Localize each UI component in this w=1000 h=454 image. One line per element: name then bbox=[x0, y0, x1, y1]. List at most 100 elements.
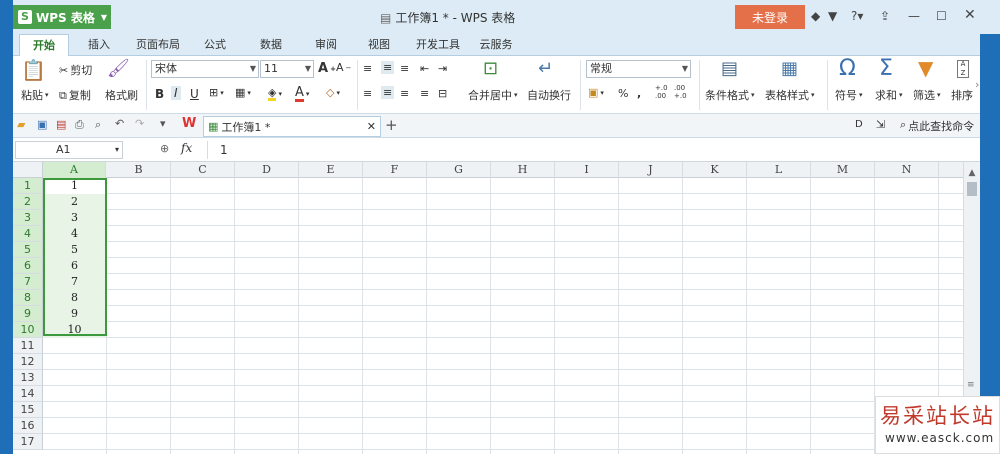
sigma-icon[interactable]: Σ bbox=[879, 58, 893, 80]
underline-button[interactable]: U bbox=[190, 87, 199, 101]
help-icon[interactable]: ?▾ bbox=[851, 9, 863, 23]
row-header-9[interactable]: 9 bbox=[13, 306, 43, 322]
cell-style-button[interactable]: ▦ ▾ bbox=[235, 87, 251, 98]
name-box[interactable]: A1 ▾ bbox=[15, 141, 123, 159]
tab-review[interactable]: 审阅 bbox=[308, 34, 344, 56]
align-bottom-icon[interactable]: ≡ bbox=[400, 62, 409, 75]
chevron-right-icon[interactable]: › bbox=[975, 78, 979, 91]
indent-decrease-icon[interactable]: ⇤ bbox=[420, 62, 429, 75]
row-header-3[interactable]: 3 bbox=[13, 210, 43, 226]
d-icon[interactable]: D bbox=[855, 119, 863, 130]
conditional-format-button[interactable]: 条件格式 ▾ bbox=[705, 87, 755, 103]
tab-data[interactable]: 数据 bbox=[253, 34, 289, 56]
number-format-select[interactable]: 常规 ▼ bbox=[586, 60, 691, 78]
share-icon[interactable]: ⇲ bbox=[876, 118, 885, 131]
row-header-11[interactable]: 11 bbox=[13, 338, 43, 354]
font-size-select[interactable]: 11 ▼ bbox=[260, 60, 314, 78]
row-header-6[interactable]: 6 bbox=[13, 258, 43, 274]
row-header-13[interactable]: 13 bbox=[13, 370, 43, 386]
row-header-10[interactable]: 10 bbox=[13, 322, 43, 338]
paste-button[interactable]: 📋 bbox=[21, 60, 46, 80]
filter-icon[interactable]: ▼ bbox=[918, 58, 933, 78]
search-command[interactable]: ⌕ 点此查找命令 bbox=[900, 118, 974, 134]
row-header-1[interactable]: 1 bbox=[13, 178, 43, 194]
border-button[interactable]: ⊞ ▾ bbox=[209, 87, 224, 98]
print-icon[interactable]: ⎙ bbox=[75, 118, 84, 132]
paste-label[interactable]: 粘贴 ▾ bbox=[21, 87, 49, 103]
skin-icon[interactable]: ◆ bbox=[811, 9, 820, 23]
filter-button[interactable]: 筛选 ▾ bbox=[913, 87, 941, 103]
clear-format-button[interactable]: ◇ ▾ bbox=[326, 87, 340, 98]
row-header-4[interactable]: 4 bbox=[13, 226, 43, 242]
align-center-icon[interactable]: ≡ bbox=[381, 86, 395, 99]
save-icon[interactable]: ▣ bbox=[37, 118, 47, 131]
close-tab-icon[interactable]: ✕ bbox=[367, 120, 376, 133]
currency-button[interactable]: ▣ ▾ bbox=[588, 87, 604, 98]
row-header-8[interactable]: 8 bbox=[13, 290, 43, 306]
table-style-icon[interactable]: ▦ bbox=[781, 60, 798, 78]
upload-icon[interactable]: ⇪ bbox=[880, 9, 890, 23]
align-left-icon[interactable]: ≡ bbox=[363, 87, 372, 100]
sort-icon[interactable]: AZ bbox=[957, 60, 969, 78]
fx-icon[interactable]: fx bbox=[181, 141, 192, 155]
tab-view[interactable]: 视图 bbox=[361, 34, 397, 56]
bold-button[interactable]: B bbox=[155, 87, 164, 101]
formula-input[interactable]: 1 bbox=[220, 143, 228, 157]
wrap-text-icon[interactable]: ↵ bbox=[538, 60, 553, 78]
row-header-12[interactable]: 12 bbox=[13, 354, 43, 370]
app-menu-button[interactable]: S WPS 表格 ▼ bbox=[13, 5, 111, 29]
customize-icon[interactable]: ▾ bbox=[160, 117, 166, 130]
align-right-icon[interactable]: ≡ bbox=[400, 87, 409, 100]
percent-button[interactable]: % bbox=[618, 87, 628, 100]
distribute-icon[interactable]: ⊟ bbox=[438, 87, 447, 100]
fill-color-button[interactable]: ◈ ▾ bbox=[268, 87, 282, 101]
table-style-button[interactable]: 表格样式 ▾ bbox=[765, 87, 815, 103]
font-color-button[interactable]: A ▾ bbox=[295, 86, 309, 102]
cut-button[interactable]: ✂ 剪切 bbox=[59, 62, 92, 78]
conditional-format-icon[interactable]: ▤ bbox=[721, 60, 738, 78]
row-header-7[interactable]: 7 bbox=[13, 274, 43, 290]
tab-formula[interactable]: 公式 bbox=[197, 34, 233, 56]
sum-button[interactable]: 求和 ▾ bbox=[875, 87, 903, 103]
merge-center-button[interactable]: 合并居中 ▾ bbox=[468, 87, 518, 103]
shirt-icon[interactable]: ▼ bbox=[828, 9, 837, 23]
align-top-icon[interactable]: ≡ bbox=[363, 62, 372, 75]
wrap-text-button[interactable]: 自动换行 bbox=[527, 87, 571, 103]
decrease-decimal-button[interactable]: .00 +.0 bbox=[674, 84, 687, 100]
format-painter-button[interactable]: 格式刷 bbox=[105, 87, 138, 103]
align-middle-icon[interactable]: ≡ bbox=[381, 61, 395, 74]
merge-icon[interactable]: ⊡ bbox=[483, 60, 498, 78]
print-preview-icon[interactable]: ⌕ bbox=[95, 118, 101, 132]
row-header-16[interactable]: 16 bbox=[13, 418, 43, 434]
close-icon[interactable]: ✕ bbox=[964, 7, 976, 23]
comma-button[interactable]: , bbox=[637, 87, 641, 100]
tab-home[interactable]: 开始 bbox=[19, 34, 69, 56]
zoom-icon[interactable]: ⊕ bbox=[160, 142, 169, 155]
omega-icon[interactable]: Ω bbox=[839, 58, 856, 80]
tab-cloud[interactable]: 云服务 bbox=[475, 34, 517, 56]
new-tab-icon[interactable]: + bbox=[385, 116, 398, 134]
open-folder-icon[interactable]: ▰ bbox=[17, 118, 25, 131]
row-header-2[interactable]: 2 bbox=[13, 194, 43, 210]
row-header-17[interactable]: 17 bbox=[13, 434, 43, 450]
row-header-15[interactable]: 15 bbox=[13, 402, 43, 418]
row-header-14[interactable]: 14 bbox=[13, 386, 43, 402]
tab-developer[interactable]: 开发工具 bbox=[413, 34, 463, 56]
increase-decimal-button[interactable]: +.0 .00 bbox=[655, 84, 668, 100]
scroll-up-icon[interactable]: ▲ bbox=[966, 168, 978, 178]
grow-font-button[interactable]: A + bbox=[318, 61, 336, 76]
sort-button[interactable]: 排序 bbox=[951, 87, 973, 103]
maximize-icon[interactable]: ☐ bbox=[936, 9, 947, 23]
copy-button[interactable]: ⧉ 复制 bbox=[59, 87, 91, 103]
tab-insert[interactable]: 插入 bbox=[81, 34, 117, 56]
shrink-font-button[interactable]: A − bbox=[336, 61, 351, 74]
undo-icon[interactable]: ↶ bbox=[115, 117, 124, 130]
wps-w-icon[interactable]: W bbox=[182, 116, 196, 131]
italic-button[interactable]: I bbox=[171, 86, 181, 100]
tab-page-layout[interactable]: 页面布局 bbox=[131, 34, 185, 56]
document-tab[interactable]: ▦ 工作簿1 * ✕ bbox=[203, 116, 381, 137]
symbol-button[interactable]: 符号 ▾ bbox=[835, 87, 863, 103]
redo-icon[interactable]: ↷ bbox=[135, 117, 144, 130]
pdf-icon[interactable]: ▤ bbox=[56, 118, 66, 131]
split-handle-icon[interactable]: ≡ bbox=[967, 380, 975, 390]
